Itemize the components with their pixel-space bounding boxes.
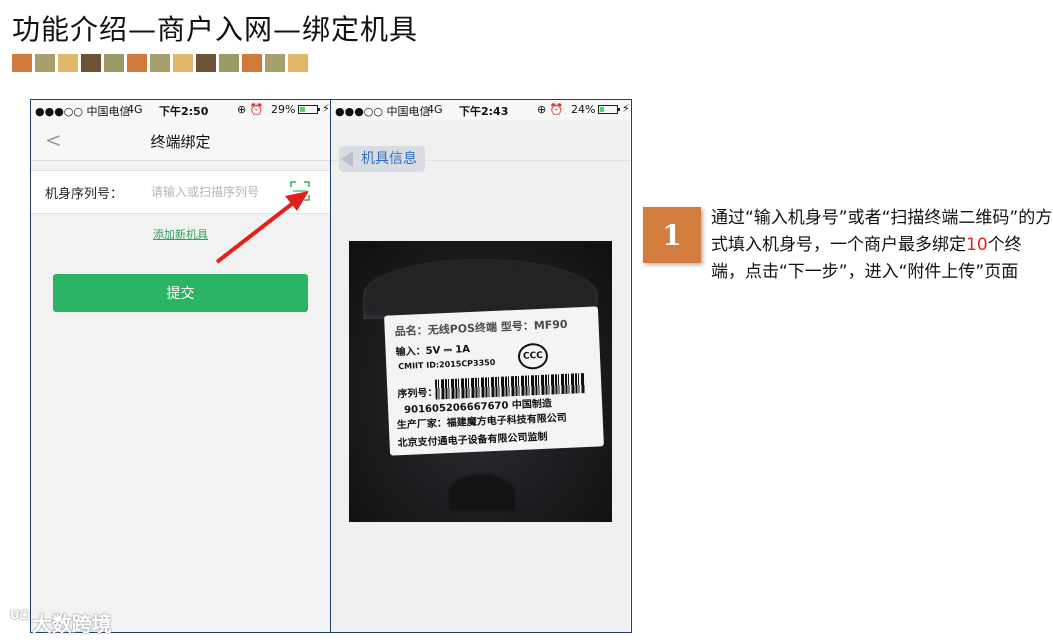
device-nameplate: 品名：无线POS终端 型号：MF90 输入：5V ⎓ 1A CCC CMIIT … — [384, 306, 604, 456]
step-number-badge: 1 — [643, 207, 701, 263]
color-swatch — [81, 54, 101, 72]
ccc-mark-icon: CCC — [517, 342, 549, 370]
color-swatch — [219, 54, 239, 72]
back-button-label: 机具信息 — [361, 151, 417, 167]
color-swatch — [173, 54, 193, 72]
phone-bind-terminal: ●●●○○ 中国电信 4G 下午2:50 ⊕ ⏰ 29% ⚡ < 终端绑定 机身… — [31, 100, 331, 632]
phone-device-info: ●●●○○ 中国电信 4G 下午2:43 ⊕ ⏰ 24% ⚡ 机具信息 品名：无… — [331, 100, 630, 632]
color-swatch — [288, 54, 308, 72]
back-arrow-icon — [341, 151, 353, 167]
watermark-logo-icon: ᑌᗝ — [10, 608, 30, 622]
nameplate-model: 品名：无线POS终端 型号：MF90 — [394, 317, 568, 339]
color-swatch — [127, 54, 147, 72]
watermark: ᑌᗝ 大数跨境 — [10, 608, 112, 637]
color-swatch — [12, 54, 32, 72]
device-label-photo: 品名：无线POS终端 型号：MF90 输入：5V ⎓ 1A CCC CMIIT … — [349, 241, 612, 522]
red-pointer-arrow-icon — [215, 191, 309, 264]
nameplate-serial-label: 序列号： — [397, 387, 438, 401]
device-slot — [447, 473, 517, 513]
color-swatch — [150, 54, 170, 72]
alarm-lock-icon: ⊕ ⏰ — [537, 103, 564, 116]
back-button[interactable]: 机具信息 — [339, 146, 425, 172]
status-bar: ●●●○○ 中国电信 4G 下午2:43 ⊕ ⏰ 24% ⚡ — [331, 100, 630, 120]
watermark-text: 大数跨境 — [31, 612, 112, 636]
color-swatch — [58, 54, 78, 72]
slide-title: 功能介绍—商户入网—绑定机具 — [12, 13, 419, 46]
nav-bar: 机具信息 — [331, 120, 630, 172]
network-type: 4G — [427, 103, 443, 116]
status-time: 下午2:43 — [459, 105, 509, 118]
color-swatch — [104, 54, 124, 72]
nameplate-cmiit: CMIIT ID:2015CP3350 — [398, 357, 496, 372]
color-swatch-strip — [12, 54, 308, 72]
color-swatch — [196, 54, 216, 72]
carrier-signal: ●●●○○ 中国电信 — [335, 105, 431, 118]
step-description: 通过“输入机身号”或者“扫描终端二维码”的方式填入机身号，一个商户最多绑定10个… — [711, 205, 1053, 286]
color-swatch — [242, 54, 262, 72]
color-swatch — [265, 54, 285, 72]
battery-icon — [598, 105, 620, 114]
charging-bolt-icon: ⚡ — [622, 102, 630, 115]
color-swatch — [35, 54, 55, 72]
nameplate-supervisor: 北京支付通电子设备有限公司监制 — [397, 431, 548, 450]
nameplate-input: 输入：5V ⎓ 1A — [395, 344, 471, 359]
phone-screenshots-frame: ●●●○○ 中国电信 4G 下午2:50 ⊕ ⏰ 29% ⚡ < 终端绑定 机身… — [30, 99, 632, 633]
step-highlight-count: 10 — [966, 235, 988, 255]
battery-percent: 24% — [571, 103, 596, 116]
